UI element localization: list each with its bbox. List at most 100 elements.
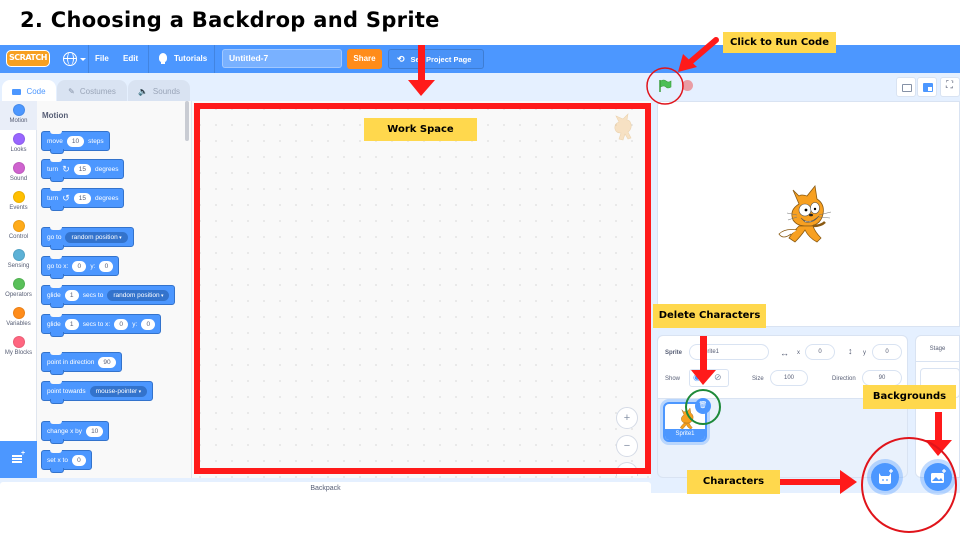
see-project-page-label: See Project Page <box>410 55 472 64</box>
block-input[interactable]: 90 <box>98 356 116 368</box>
show-label: Show <box>665 376 681 382</box>
block-input[interactable]: 0 <box>99 260 114 272</box>
divider <box>148 45 149 73</box>
rotate-left-icon: ↺ <box>62 192 70 203</box>
category-dot <box>12 307 25 319</box>
block-text: degrees <box>94 194 119 202</box>
block-text: degrees <box>94 165 119 173</box>
x-label: x <box>797 350 800 356</box>
direction-input[interactable]: 90 <box>862 370 902 386</box>
globe-icon[interactable] <box>63 52 77 66</box>
block-input[interactable]: 1 <box>64 318 79 330</box>
lightbulb-icon <box>159 53 167 64</box>
large-stage-button[interactable] <box>917 77 937 97</box>
category-motion[interactable]: Motion <box>0 101 37 130</box>
chevron-down-icon[interactable] <box>80 58 86 61</box>
block-go-to[interactable]: go to random position <box>41 227 134 250</box>
menu-file[interactable]: File <box>95 54 109 63</box>
sprite-name-input[interactable]: Sprite1 <box>689 344 769 360</box>
block-move-steps[interactable]: move 10 steps <box>41 131 110 154</box>
block-dropdown[interactable]: random position <box>65 231 128 243</box>
size-input[interactable]: 100 <box>770 370 808 386</box>
tab-code[interactable]: Code <box>2 80 56 102</box>
scratch-cat-sprite[interactable] <box>775 182 839 248</box>
block-input[interactable]: 1 <box>64 289 79 301</box>
show-toggle[interactable]: ◉ ⊘ <box>689 369 729 387</box>
small-stage-icon <box>902 84 912 92</box>
category-operators[interactable]: Operators <box>0 275 37 304</box>
block-input[interactable]: 10 <box>86 425 104 437</box>
block-dropdown[interactable]: random position <box>107 289 170 301</box>
category-variables[interactable]: Variables <box>0 304 37 333</box>
sprite-tile-name: Sprite1 <box>665 429 705 440</box>
block-point-towards[interactable]: point towards mouse-pointer <box>41 381 154 404</box>
see-project-page-button[interactable]: ⟲ See Project Page <box>388 49 484 69</box>
block-input[interactable]: 0 <box>141 318 156 330</box>
block-set-x[interactable]: set x to 0 <box>41 450 92 473</box>
block-change-x[interactable]: change x by 10 <box>41 421 110 444</box>
large-stage-icon <box>923 83 933 92</box>
tab-sounds[interactable]: 🔈 Sounds <box>128 80 190 102</box>
tab-costumes-label: Costumes <box>79 87 116 96</box>
block-text: set x to <box>47 456 68 464</box>
block-input[interactable]: 0 <box>72 260 87 272</box>
category-sensing[interactable]: Sensing <box>0 246 37 275</box>
y-input[interactable]: 0 <box>872 344 902 360</box>
block-dropdown[interactable]: mouse-pointer <box>89 385 148 397</box>
category-label: Motion <box>9 118 28 124</box>
block-input[interactable]: 15 <box>73 163 91 175</box>
category-dot <box>12 336 25 348</box>
block-glide[interactable]: glide 1 secs to random position <box>41 285 176 308</box>
block-palette: Motion move 10 steps turn ↻ 15 degrees t… <box>37 101 192 478</box>
choose-backdrop-button[interactable] <box>924 463 952 491</box>
block-turn-left[interactable]: turn ↺ 15 degrees <box>41 188 125 211</box>
category-looks[interactable]: Looks <box>0 130 37 159</box>
vertical-arrows-icon: ↕ <box>848 346 853 356</box>
block-input[interactable]: 0 <box>71 454 86 466</box>
category-dot <box>12 278 25 290</box>
category-dot <box>12 133 25 145</box>
category-my-blocks[interactable]: My Blocks <box>0 333 37 362</box>
category-label: Variables <box>6 321 31 327</box>
block-text: turn <box>47 194 59 202</box>
x-input[interactable]: 0 <box>805 344 835 360</box>
backgrounds-label: Backgrounds <box>863 385 956 409</box>
share-button[interactable]: Share <box>347 49 382 69</box>
category-control[interactable]: Control <box>0 217 37 246</box>
y-label: y <box>863 350 866 356</box>
eye-hidden-icon[interactable]: ⊘ <box>714 372 722 383</box>
characters-label: Characters <box>687 470 780 494</box>
choose-sprite-button[interactable] <box>871 463 899 491</box>
menu-edit[interactable]: Edit <box>123 54 138 63</box>
block-input[interactable]: 0 <box>114 318 129 330</box>
green-flag-icon[interactable] <box>658 79 672 93</box>
stage-canvas[interactable] <box>657 101 960 327</box>
palette-scrollbar[interactable] <box>185 101 189 141</box>
project-title-input[interactable]: Untitled-7 <box>222 49 342 68</box>
block-point-in-direction[interactable]: point in direction 90 <box>41 352 122 375</box>
category-sound[interactable]: Sound <box>0 159 37 188</box>
block-turn-right[interactable]: turn ↻ 15 degrees <box>41 159 125 182</box>
menu-tutorials[interactable]: Tutorials <box>174 54 207 63</box>
block-glide-xy[interactable]: glide 1 secs to x: 0 y: 0 <box>41 314 162 337</box>
block-input[interactable]: 10 <box>66 135 85 147</box>
category-events[interactable]: Events <box>0 188 37 217</box>
block-text: y: <box>90 262 96 270</box>
fullscreen-button[interactable]: ⛶ <box>940 77 960 97</box>
block-go-to-xy[interactable]: go to x: 0 y: 0 <box>41 256 120 279</box>
stop-icon[interactable] <box>682 80 693 91</box>
scratch-logo[interactable]: SCRATCH <box>6 50 50 67</box>
block-input[interactable]: 15 <box>73 192 91 204</box>
delete-sprite-button[interactable]: 🗑 <box>695 398 711 414</box>
tab-costumes[interactable]: ✎ Costumes <box>57 80 127 102</box>
speaker-icon: 🔈 <box>137 87 148 96</box>
block-text: secs to x: <box>82 320 111 328</box>
divider <box>88 45 89 73</box>
small-stage-button[interactable] <box>896 77 916 97</box>
rotate-right-icon: ↻ <box>62 163 70 174</box>
tab-sounds-label: Sounds <box>152 87 181 96</box>
add-extension-button[interactable]: + <box>0 441 37 478</box>
category-dot <box>12 104 25 116</box>
backpack[interactable]: Backpack <box>0 482 651 495</box>
eye-icon[interactable]: ◉ <box>693 372 701 383</box>
